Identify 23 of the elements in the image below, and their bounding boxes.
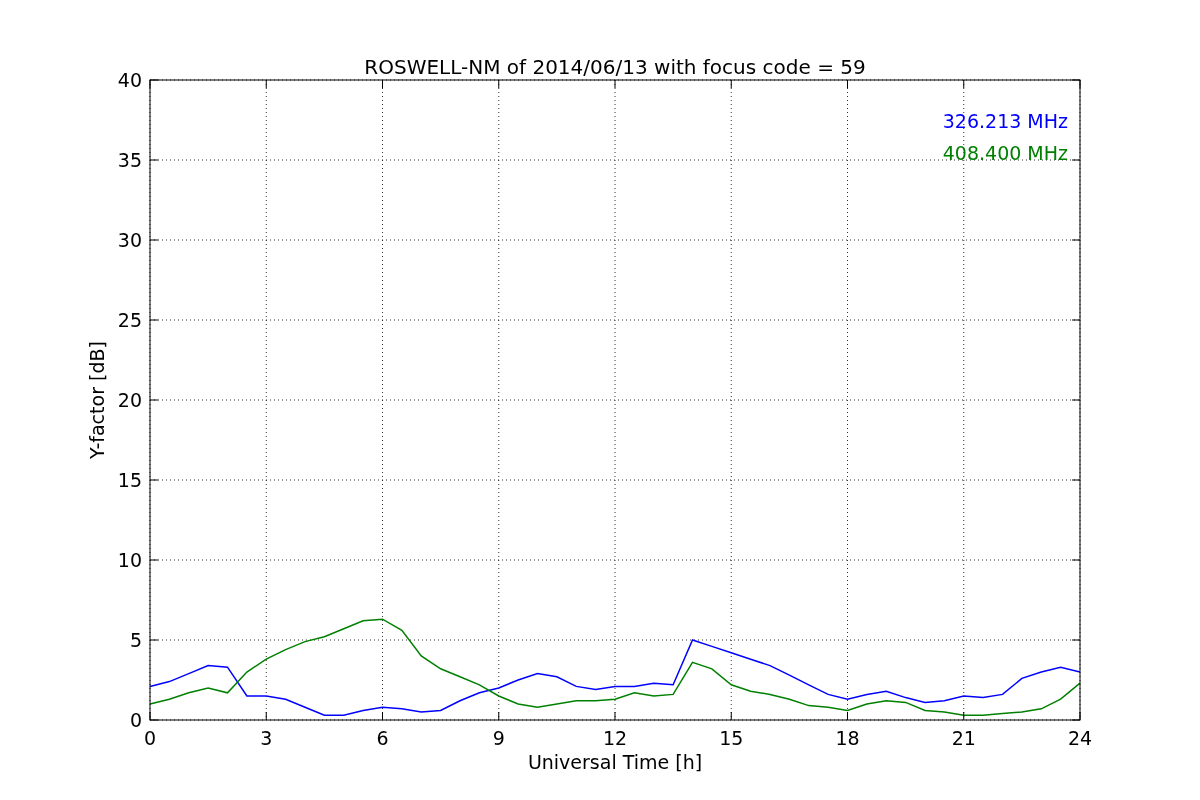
x-tick-label: 12 bbox=[602, 727, 628, 749]
x-tick-label: 0 bbox=[143, 727, 157, 749]
y-tick-label: 25 bbox=[117, 309, 142, 331]
y-axis-label: Y-factor [dB] bbox=[86, 341, 108, 459]
y-tick-label: 40 bbox=[117, 69, 142, 91]
y-tick-label: 5 bbox=[129, 629, 142, 651]
y-tick-label: 30 bbox=[117, 229, 142, 251]
y-tick-label: 0 bbox=[129, 709, 142, 731]
x-axis-label: Universal Time [h] bbox=[527, 751, 703, 773]
chart-title: ROSWELL-NM of 2014/06/13 with focus code = 59 bbox=[364, 55, 866, 79]
x-tick-label: 9 bbox=[492, 727, 505, 749]
y-tick-label: 35 bbox=[117, 149, 142, 171]
y-tick-label: 15 bbox=[117, 469, 142, 491]
x-tick-label: 3 bbox=[260, 727, 273, 749]
x-tick-label: 21 bbox=[951, 727, 976, 749]
x-tick-label: 24 bbox=[1067, 727, 1093, 749]
x-tick-label: 6 bbox=[376, 727, 389, 749]
x-tick-label: 18 bbox=[835, 727, 860, 749]
legend-label: 326.213 MHz bbox=[942, 110, 1068, 132]
legend-label: 408.400 MHz bbox=[942, 142, 1068, 164]
y-tick-label: 20 bbox=[117, 389, 142, 411]
y-tick-label: 10 bbox=[117, 549, 142, 571]
x-tick-label: 15 bbox=[719, 727, 744, 749]
